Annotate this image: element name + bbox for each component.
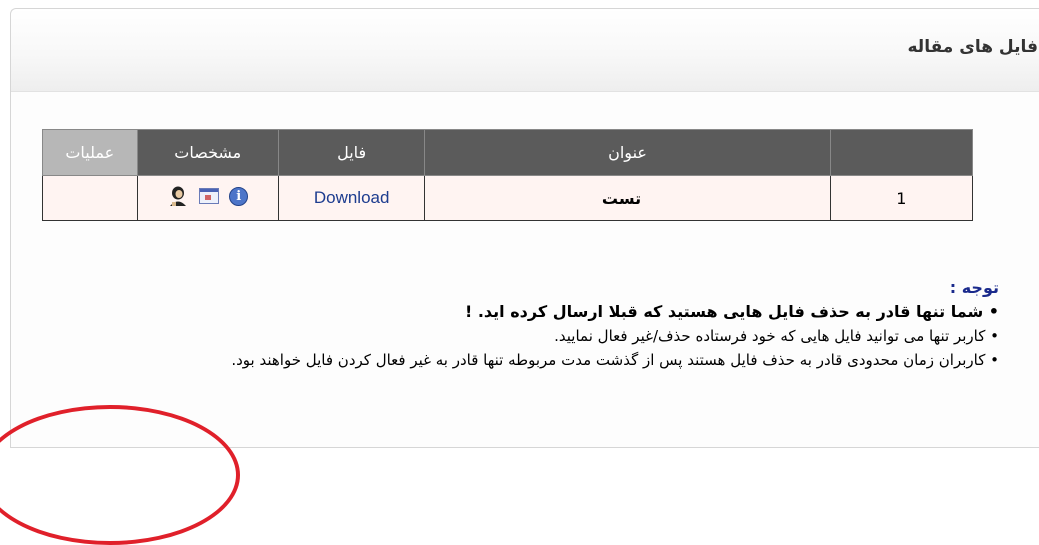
red-annotation-circle [0,405,240,545]
row-title: تست [424,175,831,221]
header-title: عنوان [424,129,831,176]
notes-line-2: • کاربران زمان محدودی قادر به حذف فایل ه… [231,351,999,369]
table-header-row: عنوان فایل مشخصات عملیات [42,129,974,176]
table-row: 1 تست Download i [42,175,974,221]
header-operations: عملیات [42,129,138,176]
article-files-panel: فایل های مقاله [10,8,1039,448]
row-number: 1 [829,175,974,221]
user-icon[interactable] [167,185,189,207]
info-icon[interactable]: i [229,186,249,206]
header-file: فایل [277,129,426,176]
notes-warning: • شما تنها قادر به حذف فایل هایی هستید ک… [464,302,999,321]
row-file-cell: Download [277,175,426,221]
notes-section: توجه : • شما تنها قادر به حذف فایل هایی … [9,276,999,372]
panel-header: فایل های مقاله [11,9,1039,92]
notes-line-1: • کاربر تنها می توانید فایل هایی که خود … [554,327,999,345]
header-number [829,129,974,176]
header-specs: مشخصات [136,129,279,176]
window-icon[interactable] [199,188,220,204]
panel-title: فایل های مقاله [907,37,1039,57]
row-operations-cell [42,175,138,221]
row-specs-cell: i [136,175,279,221]
files-table: عنوان فایل مشخصات عملیات 1 تست Download [42,129,974,221]
download-link[interactable]: Download [314,188,390,207]
notes-title: توجه : [949,278,999,297]
